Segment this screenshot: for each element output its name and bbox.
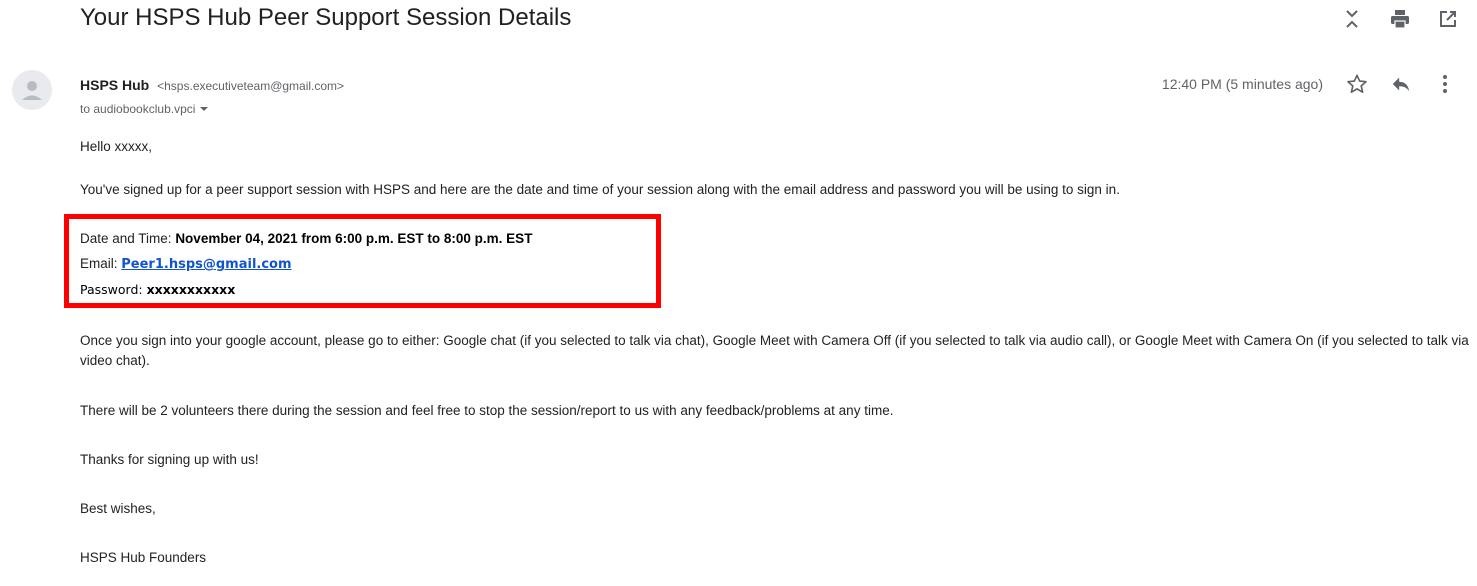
greeting: Hello xxxxx, (80, 139, 153, 154)
sender-email: <hsps.executiveteam@gmail.com> (157, 79, 345, 93)
show-details-dropdown[interactable] (199, 105, 209, 113)
instructions-paragraph: Once you sign into your google account, … (80, 333, 1469, 368)
date-value: November 04, 2021 from 6:00 p.m. EST to … (175, 231, 533, 246)
email-subject: Your HSPS Hub Peer Support Session Detai… (80, 4, 572, 31)
more-options-icon[interactable] (1433, 72, 1457, 96)
open-in-new-window-icon[interactable] (1435, 6, 1461, 32)
message-meta: 12:40 PM (5 minutes ago) (1162, 72, 1457, 96)
collapse-icon[interactable] (1339, 6, 1365, 32)
password-label: Password: (80, 282, 147, 297)
star-icon[interactable] (1345, 72, 1369, 96)
avatar[interactable] (12, 70, 52, 110)
date-time-line: Date and Time: November 04, 2021 from 6:… (80, 229, 532, 249)
sender-name[interactable]: HSPS Hub (80, 77, 149, 93)
person-icon (22, 81, 42, 100)
timestamp: 12:40 PM (5 minutes ago) (1161, 76, 1323, 92)
reply-icon[interactable] (1389, 72, 1413, 96)
print-icon[interactable] (1387, 6, 1413, 32)
password-line: Password: xxxxxxxxxxx (80, 280, 235, 300)
email-label: Email: (80, 256, 122, 271)
password-value: xxxxxxxxxxx (146, 282, 236, 297)
session-email-link[interactable]: Peer1.hsps@gmail.com (121, 257, 291, 272)
volunteers-paragraph: There will be 2 volunteers there during … (80, 403, 894, 418)
recipient-line: to audiobookclub.vpci (80, 102, 209, 116)
chevron-down-icon (200, 107, 209, 111)
closing-line: Best wishes, (80, 501, 156, 516)
sender-info: HSPS Hub <hsps.executiveteam@gmail.com> (80, 77, 344, 93)
date-label: Date and Time: (80, 231, 176, 246)
thread-toolbar (1339, 6, 1461, 32)
intro-paragraph: You've signed up for a peer support sess… (80, 182, 1120, 197)
thanks-line: Thanks for signing up with us! (80, 452, 259, 467)
email-line: Email: Peer1.hsps@gmail.com (80, 254, 292, 275)
recipient-text: to audiobookclub.vpci (80, 102, 196, 116)
signature-line: HSPS Hub Founders (80, 550, 207, 565)
